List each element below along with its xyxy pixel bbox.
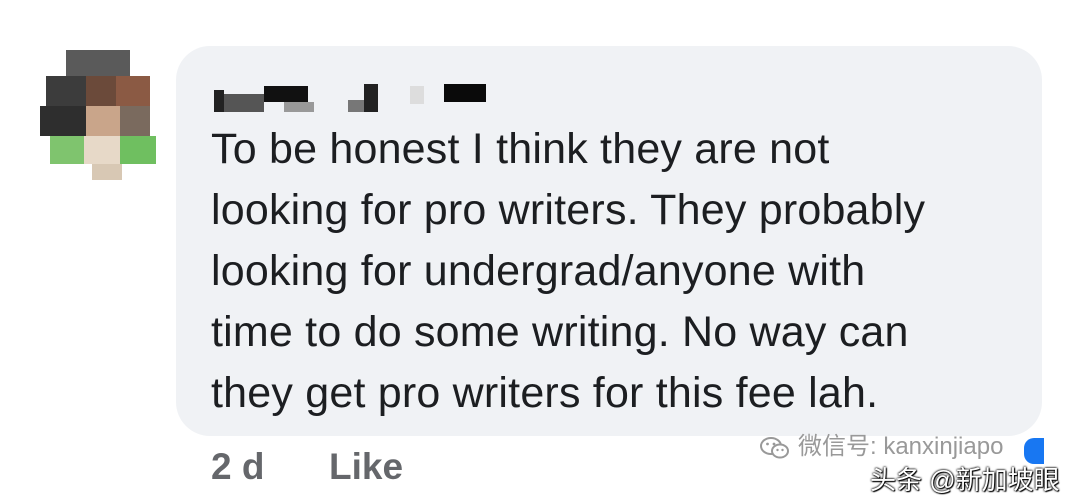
name-pixel	[214, 90, 224, 112]
name-pixel	[410, 86, 424, 104]
avatar-pixel	[66, 50, 130, 76]
avatar-pixel	[86, 76, 116, 106]
wechat-id-text: 微信号: kanxinjiapo	[798, 433, 1004, 460]
avatar-pixel	[120, 106, 150, 136]
wechat-watermark: 微信号: kanxinjiapo	[760, 426, 1003, 461]
watermark: 微信号: kanxinjiapo 头条 @新加坡眼	[760, 424, 1080, 496]
name-pixel	[364, 84, 378, 112]
avatar-pixel	[50, 136, 84, 164]
name-pixel	[444, 84, 486, 102]
toutiao-watermark: 头条 @新加坡眼	[870, 465, 1060, 495]
name-pixel	[284, 102, 314, 112]
avatar-pixel	[84, 136, 120, 164]
avatar[interactable]	[36, 40, 160, 180]
comment-timestamp[interactable]: 2 d	[211, 446, 264, 488]
author-name[interactable]	[214, 78, 514, 114]
avatar-pixel	[116, 76, 150, 106]
avatar-pixel	[86, 106, 120, 136]
like-button[interactable]: Like	[329, 446, 403, 488]
avatar-pixel	[92, 164, 122, 180]
comment-text: To be honest I think they are not lookin…	[211, 125, 926, 417]
avatar-pixel	[40, 106, 86, 136]
name-pixel	[264, 86, 308, 102]
wechat-icon	[760, 436, 790, 460]
avatar-pixel	[120, 136, 156, 164]
name-pixel	[224, 94, 264, 112]
avatar-pixel	[46, 76, 86, 106]
